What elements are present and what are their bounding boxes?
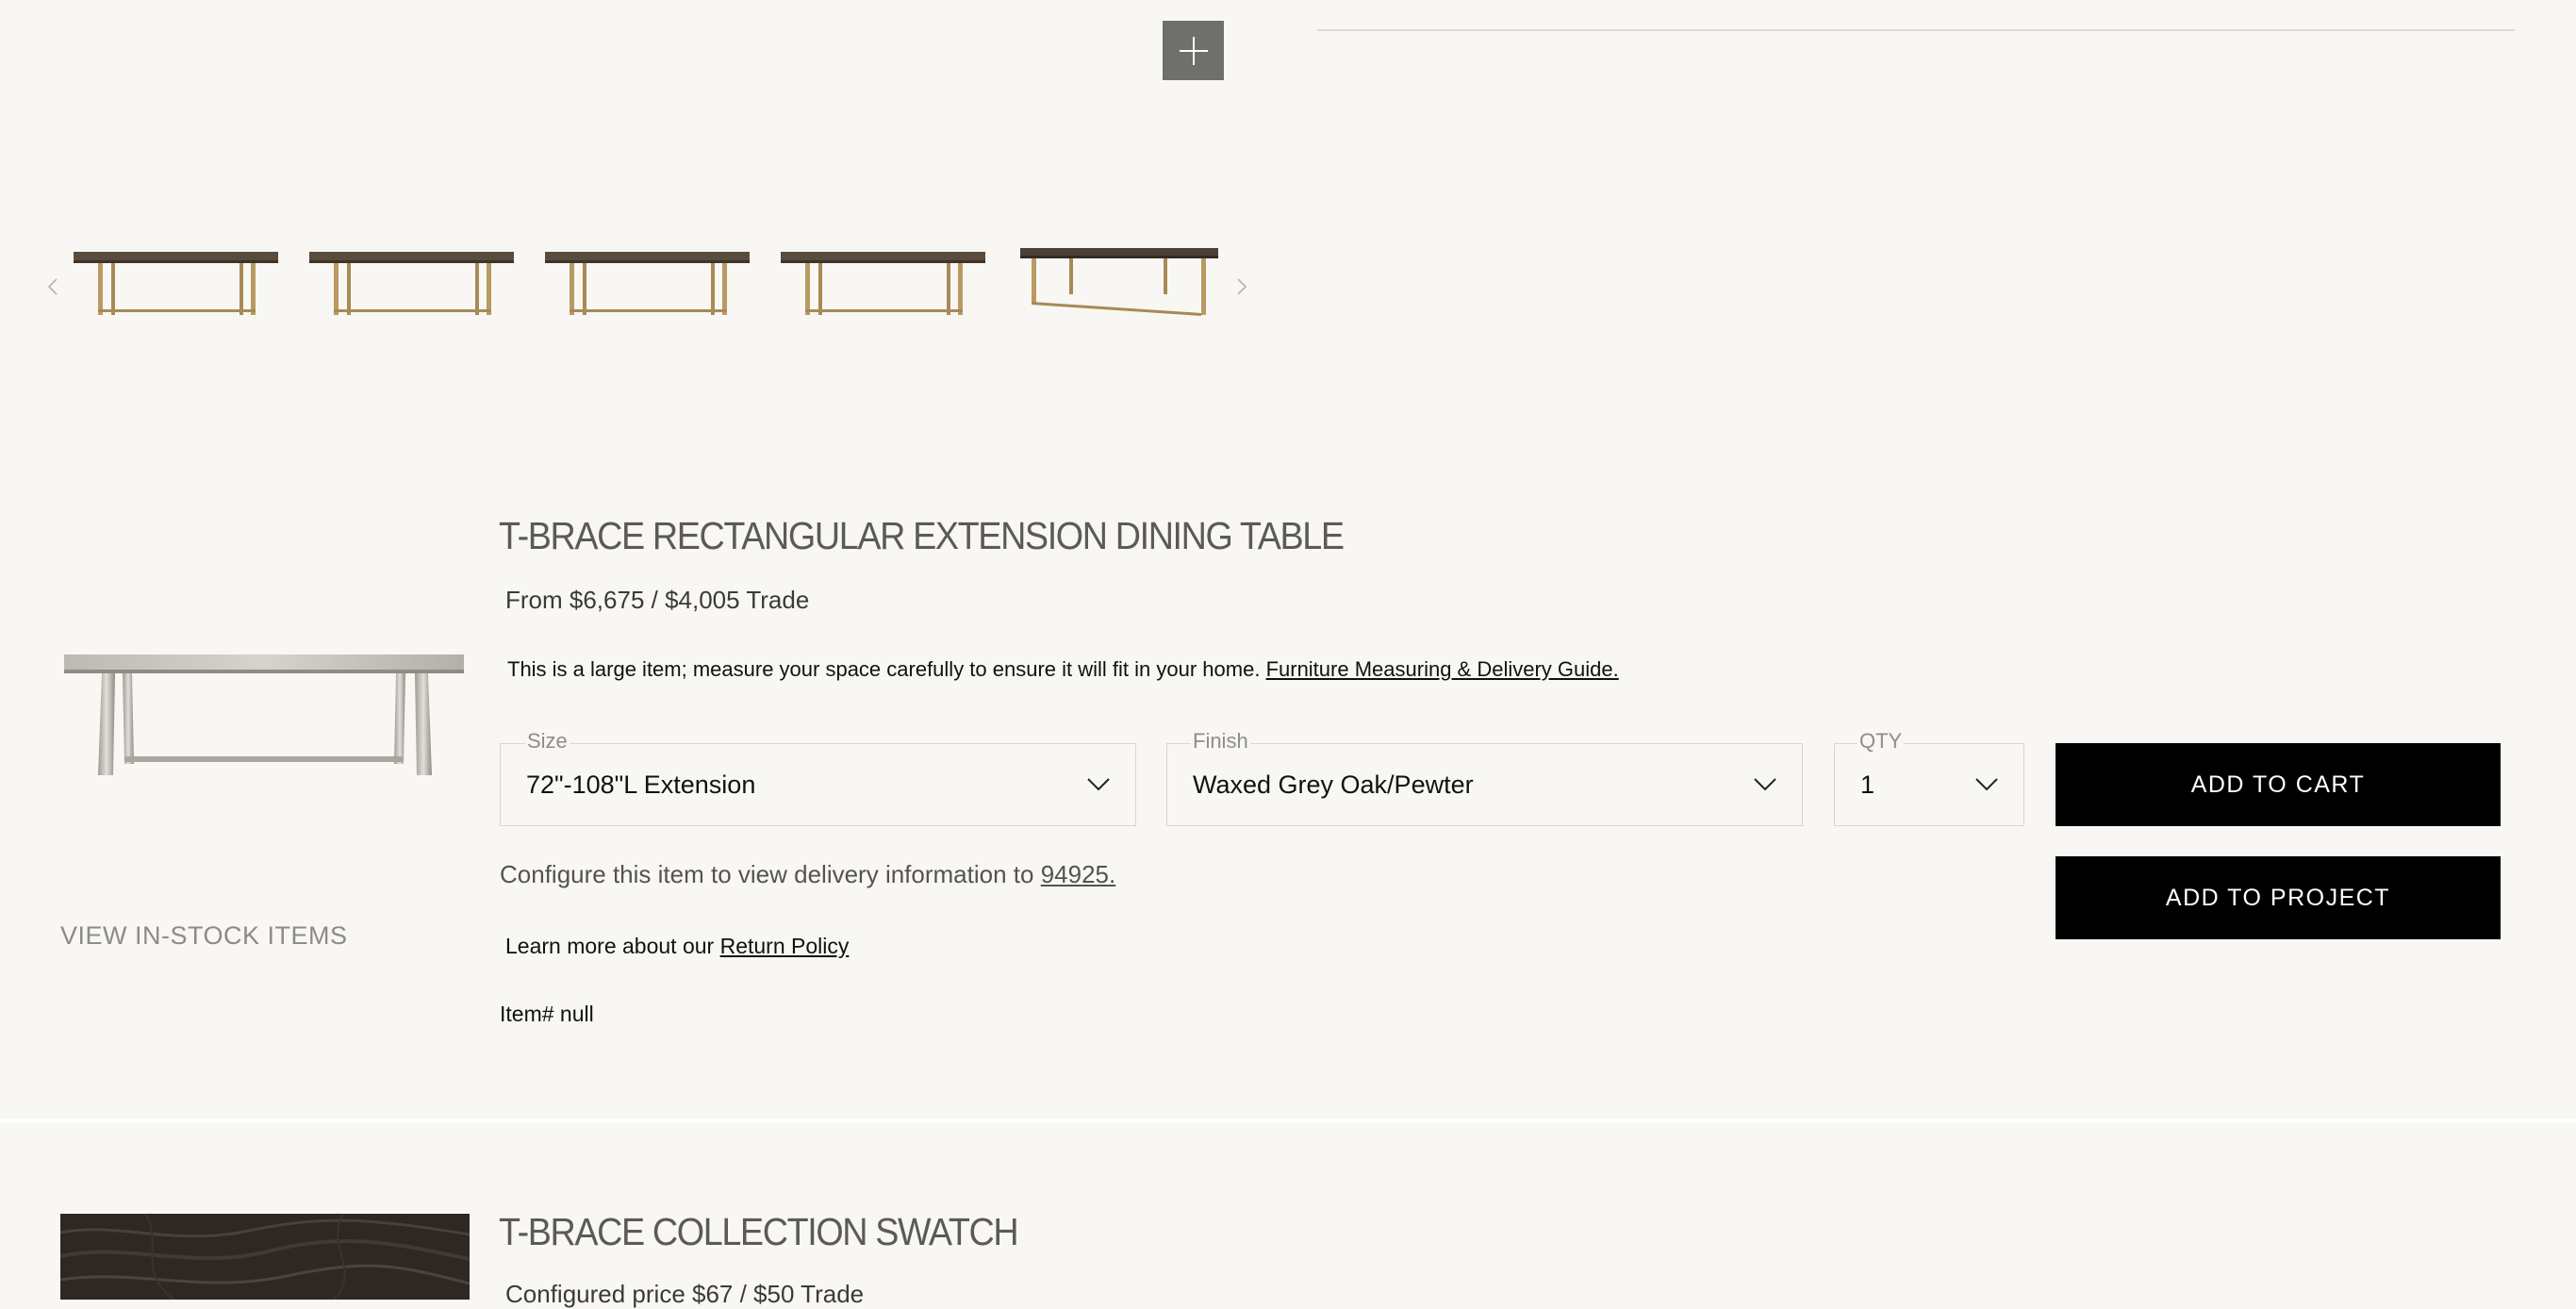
- measuring-guide-link[interactable]: Furniture Measuring & Delivery Guide.: [1266, 657, 1619, 681]
- qty-label: QTY: [1858, 729, 1905, 754]
- size-value: 72"-108"L Extension: [526, 770, 756, 799]
- carousel-prev-button[interactable]: [40, 273, 66, 300]
- product-image[interactable]: [57, 641, 471, 783]
- chevron-down-icon: [1975, 778, 1998, 791]
- thumbnail-2[interactable]: [305, 236, 518, 321]
- chevron-right-icon: [1237, 278, 1247, 295]
- chevron-down-icon: [1087, 778, 1110, 791]
- thumbnail-3[interactable]: [541, 236, 753, 321]
- product-price: From $6,675 / $4,005 Trade: [505, 586, 810, 614]
- delivery-text: Configure this item to view delivery inf…: [500, 860, 1034, 888]
- return-policy-link[interactable]: Return Policy: [720, 934, 850, 958]
- thumbnail-4[interactable]: [777, 236, 989, 321]
- return-text: Learn more about our: [505, 934, 715, 958]
- swatch-image[interactable]: [60, 1214, 470, 1300]
- item-number: Item# null: [500, 1002, 594, 1026]
- plus-icon: [1179, 36, 1208, 65]
- view-instock-link[interactable]: VIEW IN-STOCK ITEMS: [60, 921, 348, 951]
- delivery-info: Configure this item to view delivery inf…: [500, 860, 1115, 889]
- section-divider: [0, 1118, 2576, 1122]
- thumbnail-5[interactable]: [1013, 236, 1225, 321]
- finish-label: Finish: [1191, 729, 1250, 754]
- qty-select[interactable]: 1: [1834, 743, 2024, 826]
- qty-value: 1: [1860, 770, 1875, 799]
- chevron-left-icon: [47, 278, 58, 295]
- zoom-button[interactable]: [1163, 21, 1224, 80]
- product-title: T-BRACE RECTANGULAR EXTENSION DINING TAB…: [499, 514, 1345, 557]
- return-policy-line: Learn more about our Return Policy: [505, 934, 849, 959]
- carousel-next-button[interactable]: [1229, 273, 1255, 300]
- large-item-note: This is a large item; measure your space…: [507, 657, 1619, 682]
- swatch-title: T-BRACE COLLECTION SWATCH: [499, 1210, 1019, 1253]
- finish-value: Waxed Grey Oak/Pewter: [1193, 770, 1474, 799]
- chevron-down-icon: [1754, 778, 1776, 791]
- finish-select[interactable]: Waxed Grey Oak/Pewter: [1166, 743, 1803, 826]
- size-label: Size: [525, 729, 570, 754]
- swatch-price: Configured price $67 / $50 Trade: [505, 1280, 865, 1308]
- delivery-zip-link[interactable]: 94925.: [1041, 860, 1116, 888]
- size-select[interactable]: 72"-108"L Extension: [500, 743, 1136, 826]
- add-to-cart-button[interactable]: ADD TO CART: [2056, 743, 2501, 826]
- thumbnail-1[interactable]: [70, 236, 282, 321]
- add-to-project-button[interactable]: ADD TO PROJECT: [2056, 856, 2501, 939]
- divider: [1317, 29, 2515, 31]
- large-item-text: This is a large item; measure your space…: [507, 657, 1261, 681]
